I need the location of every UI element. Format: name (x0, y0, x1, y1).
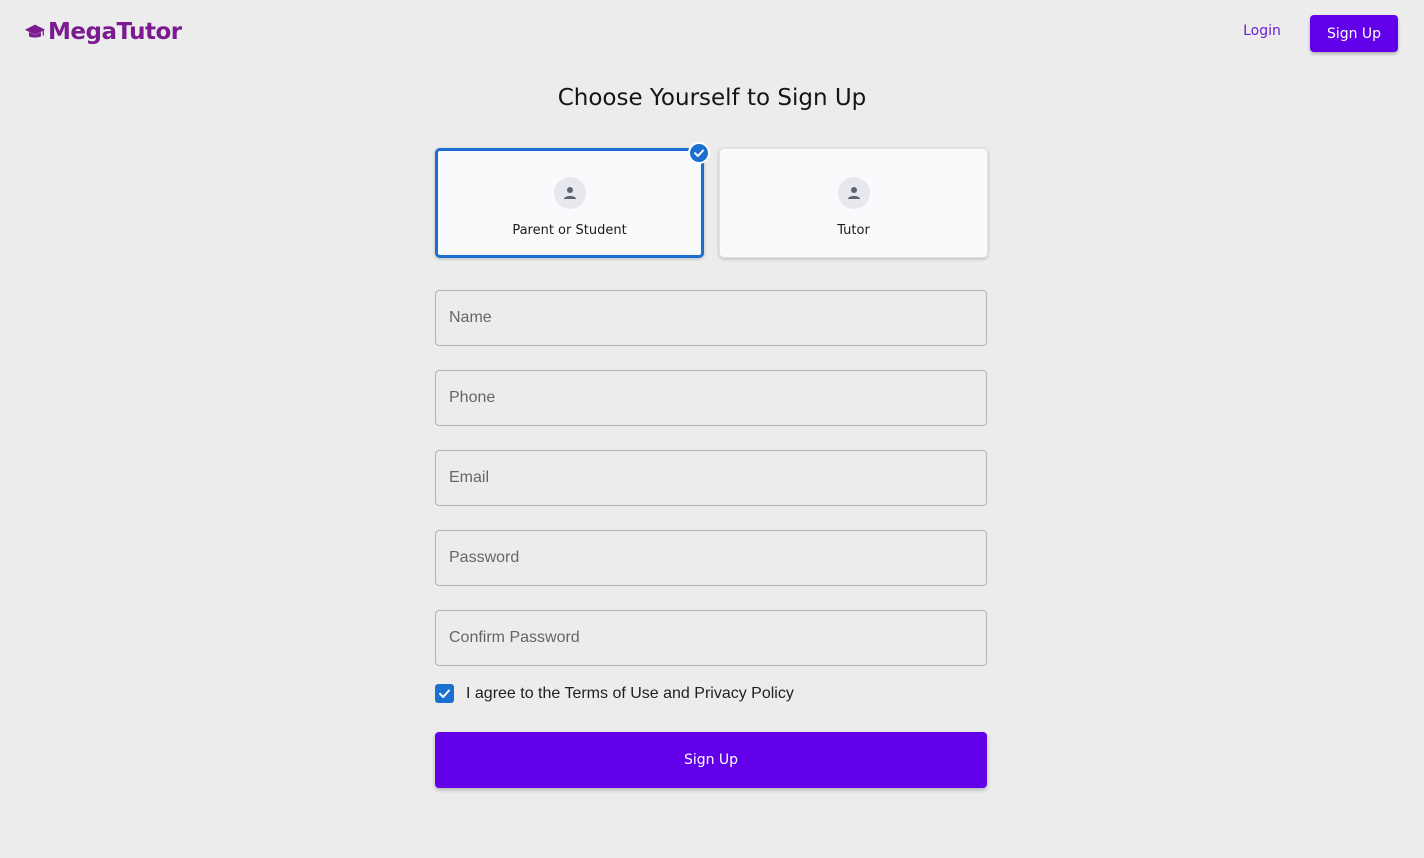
graduation-cap-icon (24, 24, 46, 38)
check-circle-icon (688, 142, 710, 164)
avatar (553, 177, 586, 209)
terms-label: I agree to the Terms of Use and Privacy … (466, 684, 794, 702)
role-card-label: Parent or Student (512, 223, 627, 238)
role-card-tutor[interactable]: Tutor (719, 148, 988, 258)
login-link[interactable]: Login (1230, 23, 1294, 45)
name-input[interactable] (435, 290, 987, 346)
person-icon (847, 187, 860, 199)
person-icon (563, 187, 576, 199)
avatar (837, 177, 870, 209)
logo[interactable]: MegaTutor (24, 19, 182, 45)
logo-text: MegaTutor (48, 19, 182, 45)
checkmark-icon (439, 689, 450, 698)
password-input[interactable] (435, 530, 987, 586)
terms-agreement: I agree to the Terms of Use and Privacy … (435, 684, 794, 703)
terms-checkbox[interactable] (435, 684, 454, 703)
confirm-password-input[interactable] (435, 610, 987, 666)
role-card-parent-student[interactable]: Parent or Student (435, 148, 704, 258)
email-input[interactable] (435, 450, 987, 506)
role-card-label: Tutor (837, 223, 870, 238)
top-nav: MegaTutor Login Sign Up (0, 0, 1424, 70)
phone-input[interactable] (435, 370, 987, 426)
header-signup-button[interactable]: Sign Up (1310, 15, 1398, 52)
signup-submit-button[interactable]: Sign Up (435, 732, 987, 788)
page-title: Choose Yourself to Sign Up (557, 85, 867, 111)
